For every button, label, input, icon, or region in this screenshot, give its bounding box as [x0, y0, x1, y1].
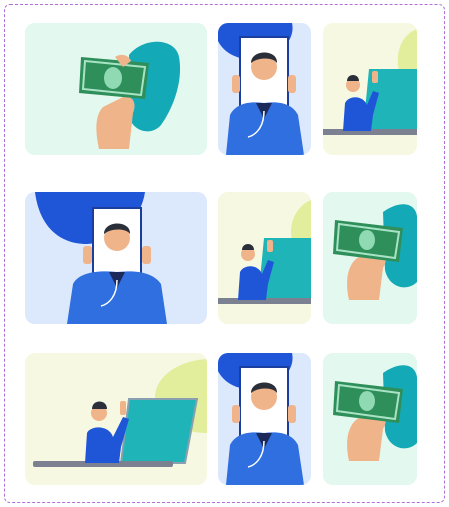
laptop-woman-icon — [25, 353, 207, 485]
card-video-call[interactable] — [218, 353, 311, 485]
video-call-icon — [25, 192, 207, 324]
card-laptop-woman[interactable] — [323, 23, 417, 155]
card-money-hand[interactable] — [25, 23, 207, 155]
video-call-icon — [218, 353, 311, 485]
money-hand-icon — [323, 192, 417, 324]
card-laptop-woman[interactable] — [218, 192, 311, 324]
card-laptop-woman[interactable] — [25, 353, 207, 485]
video-call-icon — [218, 23, 311, 155]
laptop-woman-icon — [218, 192, 311, 324]
money-hand-icon — [323, 353, 417, 485]
card-video-call[interactable] — [25, 192, 207, 324]
card-money-hand[interactable] — [323, 353, 417, 485]
money-hand-icon — [25, 23, 207, 155]
illustration-grid — [0, 0, 449, 507]
card-money-hand[interactable] — [323, 192, 417, 324]
laptop-woman-icon — [323, 23, 417, 155]
card-video-call[interactable] — [218, 23, 311, 155]
